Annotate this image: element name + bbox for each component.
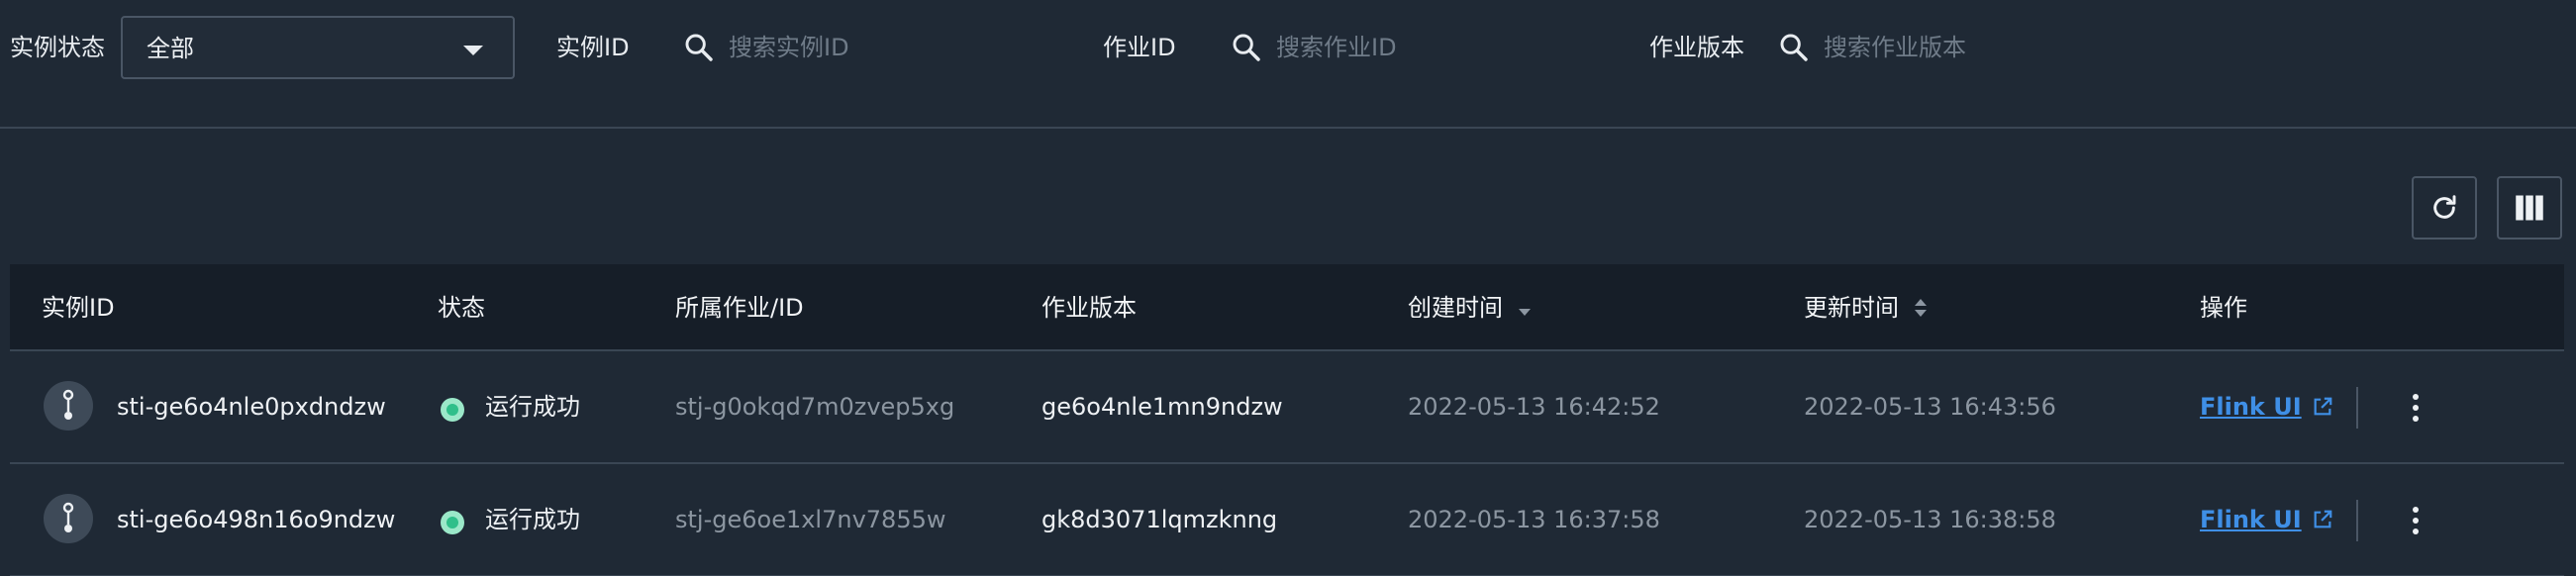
instance-icon xyxy=(44,494,93,543)
column-header-version: 作业版本 xyxy=(1041,294,1137,322)
filter-bar: 实例状态 全部 实例ID 作业ID 作业版本 xyxy=(0,0,2576,129)
table-row: sti-ge6o498n16o9ndzw 运行成功 stj-ge6oe1xl7n… xyxy=(10,464,2564,576)
instance-id-search-input[interactable] xyxy=(729,28,1085,67)
job-id-filter-label: 作业ID xyxy=(1103,34,1176,61)
job-version-search[interactable] xyxy=(1778,26,2194,69)
column-header-updated-label: 更新时间 xyxy=(1804,294,1899,322)
flink-ui-link-label: Flink UI xyxy=(2200,393,2302,421)
refresh-button[interactable] xyxy=(2412,176,2477,240)
success-status-icon xyxy=(441,398,464,422)
job-id: stj-g0okqd7m0zvep5xg xyxy=(675,393,955,421)
job-version-search-input[interactable] xyxy=(1824,28,2180,67)
job-id-search-input[interactable] xyxy=(1276,28,1633,67)
job-version: gk8d3071lqmzknng xyxy=(1041,506,1278,533)
search-icon xyxy=(685,34,713,61)
flink-ui-link[interactable]: Flink UI xyxy=(2200,389,2333,425)
sort-descending-icon[interactable] xyxy=(1517,297,1533,319)
status-select-value: 全部 xyxy=(147,35,194,62)
search-icon xyxy=(1780,34,1808,61)
column-header-job: 所属作业/ID xyxy=(675,294,804,322)
created-time: 2022-05-13 16:42:52 xyxy=(1408,393,1660,421)
job-id: stj-ge6oe1xl7nv7855w xyxy=(675,506,946,533)
columns-icon xyxy=(2516,195,2543,221)
updated-time: 2022-05-13 16:38:58 xyxy=(1804,506,2056,533)
external-link-icon xyxy=(2314,397,2332,416)
status-select[interactable]: 全部 xyxy=(121,16,515,79)
action-divider xyxy=(2356,500,2358,541)
job-version: ge6o4nle1mn9ndzw xyxy=(1041,393,1283,421)
updated-time: 2022-05-13 16:43:56 xyxy=(1804,393,2056,421)
refresh-icon xyxy=(2433,195,2456,219)
instance-id: sti-ge6o498n16o9ndzw xyxy=(117,506,396,533)
instance-id-filter-label: 实例ID xyxy=(556,34,630,61)
caret-down-icon xyxy=(463,46,483,55)
sort-icon[interactable] xyxy=(1913,297,1929,319)
job-id-search[interactable] xyxy=(1231,26,1646,69)
column-header-updated[interactable]: 更新时间 xyxy=(1804,290,1929,326)
success-status-icon xyxy=(441,511,464,534)
column-settings-button[interactable] xyxy=(2497,176,2562,240)
instance-id-search[interactable] xyxy=(683,26,1099,69)
external-link-icon xyxy=(2314,510,2332,528)
table-header: 实例ID 状态 所属作业/ID 作业版本 创建时间 更新时间 操作 xyxy=(10,264,2564,351)
flink-ui-link-label: Flink UI xyxy=(2200,506,2302,533)
flink-ui-link[interactable]: Flink UI xyxy=(2200,502,2333,537)
status-text: 运行成功 xyxy=(485,506,580,533)
status-text: 运行成功 xyxy=(485,393,580,421)
status-filter-label: 实例状态 xyxy=(10,34,105,61)
action-divider xyxy=(2356,387,2358,429)
more-actions-icon[interactable] xyxy=(2402,387,2429,429)
column-header-actions: 操作 xyxy=(2200,294,2247,322)
column-header-created[interactable]: 创建时间 xyxy=(1408,290,1533,326)
column-header-instance-id: 实例ID xyxy=(42,294,115,322)
created-time: 2022-05-13 16:37:58 xyxy=(1408,506,1660,533)
column-header-status: 状态 xyxy=(438,294,485,322)
instance-id: sti-ge6o4nle0pxdndzw xyxy=(117,393,386,421)
more-actions-icon[interactable] xyxy=(2402,500,2429,541)
search-icon xyxy=(1233,34,1260,61)
column-header-created-label: 创建时间 xyxy=(1408,294,1503,322)
job-version-filter-label: 作业版本 xyxy=(1649,34,1744,61)
instance-icon xyxy=(44,381,93,431)
table-row: sti-ge6o4nle0pxdndzw 运行成功 stj-g0okqd7m0z… xyxy=(10,351,2564,464)
